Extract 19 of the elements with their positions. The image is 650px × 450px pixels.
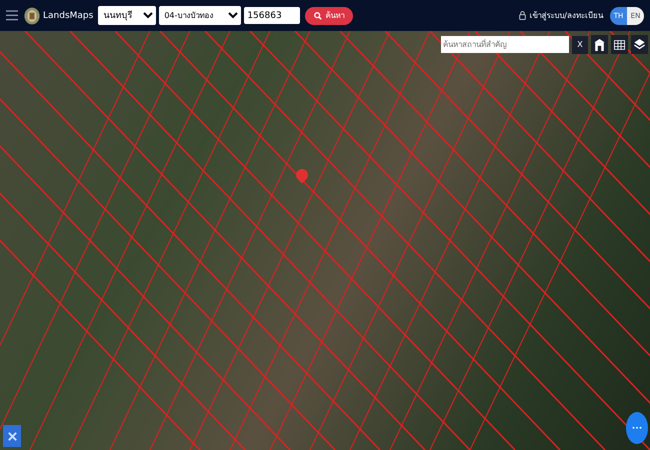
search-button[interactable]: ค้นหา [305,6,354,24]
lock-icon [519,11,526,20]
layers-icon [634,38,645,50]
clear-button[interactable]: X [572,36,588,54]
province-select[interactable]: นนทบุรี [98,6,156,25]
menu-icon[interactable] [6,10,18,21]
building-icon [594,38,605,50]
measure-button[interactable] [3,425,21,447]
grid-icon [614,38,625,50]
search-icon [314,12,322,20]
district-select[interactable]: 04-บางบัวทอง [159,6,242,25]
place-search-field[interactable]: ค้นหาสถานที่สำคัญ [441,36,569,53]
layers-button[interactable] [631,35,648,54]
grid-button[interactable] [611,35,628,54]
parcel-number-field[interactable]: 156863 [244,7,300,24]
emblem-icon [24,6,40,26]
login-link[interactable]: เข้าสู่ระบบ/ลงทะเบียน [529,9,603,22]
building-button[interactable] [591,35,608,54]
brand-name: LandsMaps [43,10,94,20]
